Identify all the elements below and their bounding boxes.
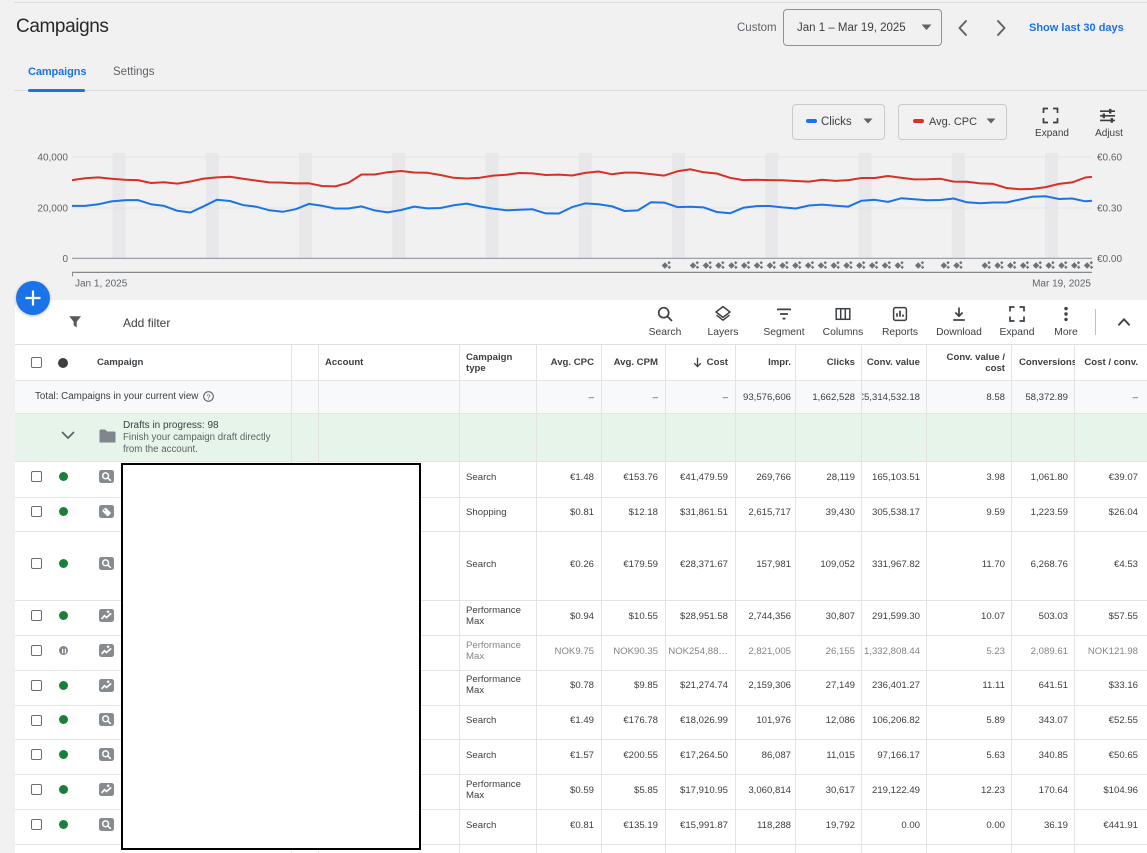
svg-text:Mar 19, 2025: Mar 19, 2025 [1032, 279, 1091, 290]
svg-text:40,000: 40,000 [37, 153, 68, 164]
svg-text:Jan 1, 2025: Jan 1, 2025 [75, 279, 128, 290]
svg-text:€0.60: €0.60 [1097, 153, 1122, 164]
svg-text:20,000: 20,000 [37, 204, 68, 215]
svg-text:?: ? [206, 392, 210, 401]
svg-text:€0.00: €0.00 [1097, 254, 1122, 265]
svg-text:0: 0 [62, 254, 68, 265]
svg-text:€0.30: €0.30 [1097, 204, 1122, 215]
